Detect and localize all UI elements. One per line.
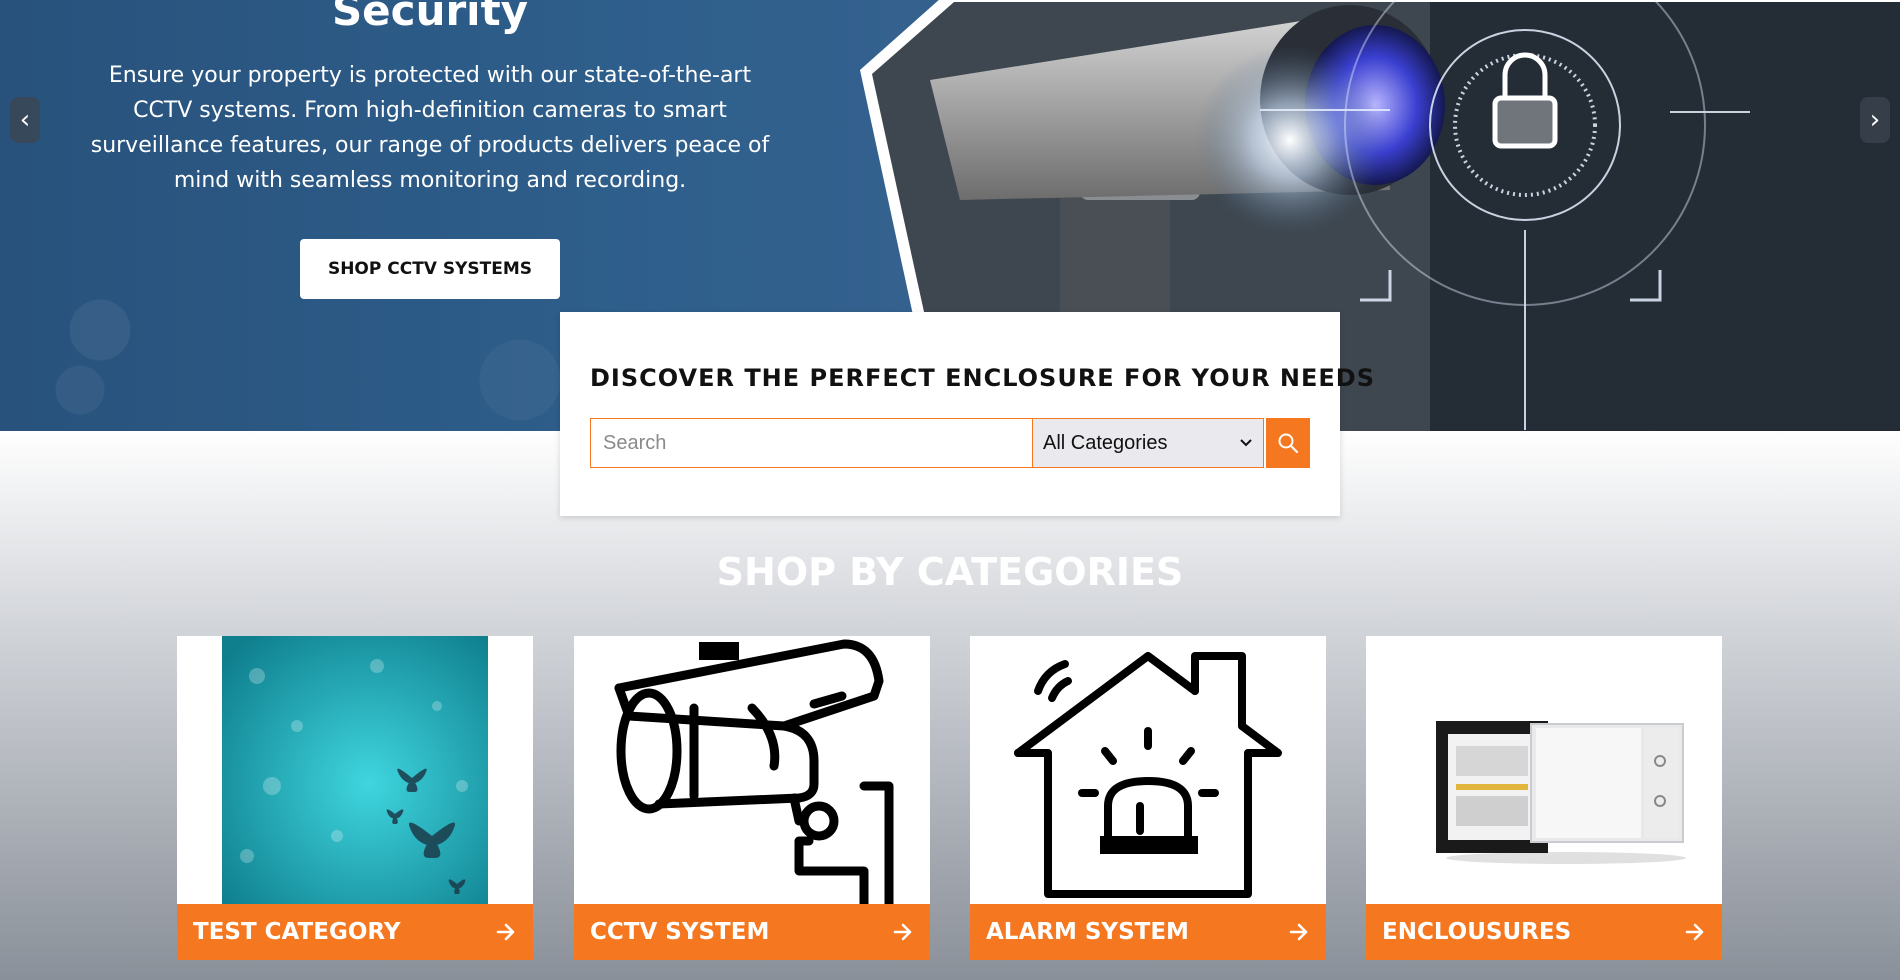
- search-input[interactable]: [590, 418, 1033, 468]
- cctv-camera-icon: [614, 639, 894, 904]
- category-card-test-category[interactable]: TEST CATEGORY: [177, 636, 533, 960]
- search-button[interactable]: [1266, 418, 1310, 468]
- alarm-house-icon: [1014, 652, 1282, 898]
- enclosure-product-image: [1436, 721, 1686, 864]
- category-card-footer[interactable]: ALARM SYSTEM: [970, 904, 1326, 960]
- arrow-right-icon: [1685, 923, 1704, 941]
- category-card-alarm-system[interactable]: ALARM SYSTEM: [970, 636, 1326, 960]
- carousel-next-button[interactable]: ›: [1860, 97, 1890, 143]
- shop-by-categories-title: SHOP BY CATEGORIES: [716, 550, 1184, 594]
- shop-cctv-systems-button[interactable]: SHOP CCTV SYSTEMS: [300, 239, 560, 299]
- chevron-left-icon: ‹: [19, 105, 31, 135]
- category-label: ENCLOUSURES: [1382, 919, 1572, 945]
- arrow-right-icon: [893, 923, 912, 941]
- butterfly-image: [222, 636, 488, 904]
- search-icon: [1278, 433, 1299, 454]
- arrow-right-icon: [496, 923, 515, 941]
- category-select-value: All Categories: [1043, 431, 1168, 454]
- chevron-right-icon: ›: [1869, 105, 1881, 135]
- category-select[interactable]: All Categories: [1032, 418, 1264, 468]
- chevron-down-icon: [1240, 439, 1252, 447]
- category-card-footer[interactable]: ENCLOUSURES: [1366, 904, 1722, 960]
- category-card-enclousures[interactable]: ENCLOUSURES: [1366, 636, 1722, 960]
- hero-description: Ensure your property is protected with o…: [90, 63, 770, 193]
- category-label: CCTV SYSTEM: [590, 919, 770, 945]
- category-card-footer[interactable]: CCTV SYSTEM: [574, 904, 930, 960]
- arrow-right-icon: [1289, 923, 1308, 941]
- category-label: ALARM SYSTEM: [986, 919, 1189, 945]
- category-card-cctv-system[interactable]: CCTV SYSTEM: [574, 636, 930, 960]
- carousel-prev-button[interactable]: ‹: [10, 97, 40, 143]
- enclosure-search-panel: DISCOVER THE PERFECT ENCLOSURE FOR YOUR …: [560, 312, 1376, 516]
- category-card-footer[interactable]: TEST CATEGORY: [177, 904, 533, 960]
- search-heading: DISCOVER THE PERFECT ENCLOSURE FOR YOUR …: [590, 364, 1376, 392]
- category-label: TEST CATEGORY: [193, 919, 401, 945]
- hero-title: Security: [331, 0, 529, 35]
